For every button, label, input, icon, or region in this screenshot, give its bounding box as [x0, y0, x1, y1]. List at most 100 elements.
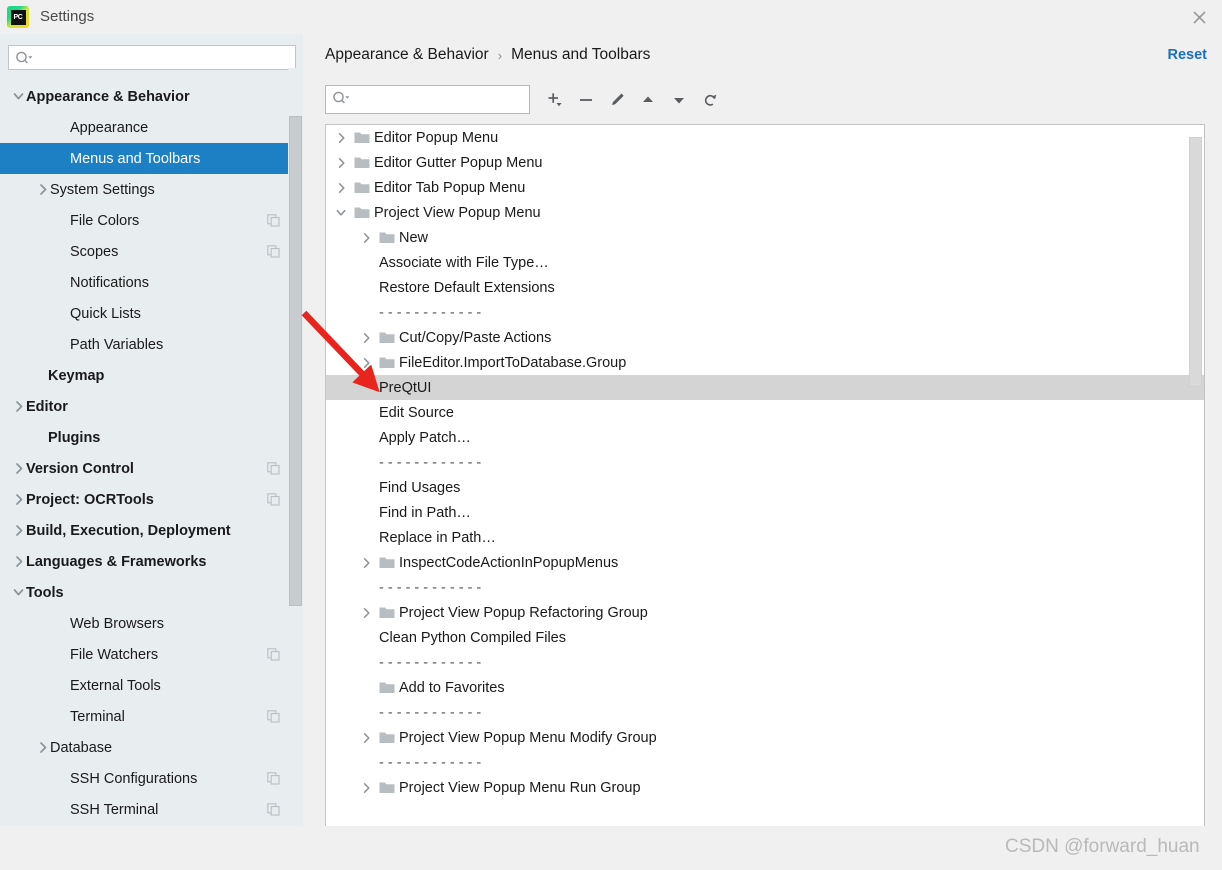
sidebar-tree[interactable]: Appearance & Behavior Appearance Menus and… [0, 81, 292, 826]
sidebar-item-version-control[interactable]: Version Control [0, 453, 292, 484]
tree-row-label: Edit Source [379, 404, 454, 421]
chevron-right-icon[interactable] [10, 492, 26, 508]
sidebar-item-plugins[interactable]: Plugins [0, 422, 292, 453]
tree-row[interactable]: Add to Favorites [326, 675, 1204, 700]
sidebar-item-label: File Colors [70, 212, 140, 229]
chevron-right-icon[interactable] [334, 156, 348, 170]
sidebar-item-keymap[interactable]: Keymap [0, 360, 292, 391]
sidebar-search-input[interactable] [37, 46, 292, 69]
chevron-right-icon[interactable] [359, 331, 373, 345]
copy-settings-icon[interactable] [267, 245, 280, 258]
tree-row[interactable]: FileEditor.ImportToDatabase.Group [326, 350, 1204, 375]
tree-row[interactable]: Project View Popup Menu Modify Group [326, 725, 1204, 750]
tree-row[interactable]: Replace in Path… [326, 525, 1204, 550]
no-arrow-placeholder [54, 151, 70, 167]
sidebar-item-file-watchers[interactable]: File Watchers [0, 639, 292, 670]
sidebar-item-terminal[interactable]: Terminal [0, 701, 292, 732]
sidebar-item-file-colors[interactable]: File Colors [0, 205, 292, 236]
tree-row[interactable]: Editor Gutter Popup Menu [326, 150, 1204, 175]
tree-row[interactable]: Edit Source [326, 400, 1204, 425]
copy-settings-icon[interactable] [267, 493, 280, 506]
tree-row[interactable]: Apply Patch… [326, 425, 1204, 450]
chevron-right-icon[interactable] [359, 606, 373, 620]
chevron-right-icon[interactable] [10, 399, 26, 415]
sidebar-item-build-execution-deployment[interactable]: Build, Execution, Deployment [0, 515, 292, 546]
sidebar-item-database[interactable]: Database [0, 732, 292, 763]
sidebar-item-appearance-behavior[interactable]: Appearance & Behavior [0, 81, 292, 112]
sidebar-scrollbar-thumb[interactable] [289, 116, 302, 606]
tree-row[interactable]: Editor Popup Menu [326, 125, 1204, 150]
copy-settings-icon[interactable] [267, 710, 280, 723]
chevron-right-icon[interactable] [359, 356, 373, 370]
sidebar-item-editor[interactable]: Editor [0, 391, 292, 422]
add-button[interactable] [541, 86, 568, 113]
chevron-right-icon[interactable] [359, 781, 373, 795]
tree-row[interactable]: Cut/Copy/Paste Actions [326, 325, 1204, 350]
sidebar-search[interactable] [8, 45, 296, 70]
menus-toolbar [541, 85, 723, 114]
tree-row[interactable]: Clean Python Compiled Files [326, 625, 1204, 650]
sidebar-item-scopes[interactable]: Scopes [0, 236, 292, 267]
tree-row[interactable]: Associate with File Type… [326, 250, 1204, 275]
chevron-right-icon[interactable] [10, 523, 26, 539]
folder-icon [379, 681, 395, 695]
sidebar-item-system-settings[interactable]: System Settings [0, 174, 292, 205]
copy-settings-icon[interactable] [267, 648, 280, 661]
tree-row[interactable]: Project View Popup Refactoring Group [326, 600, 1204, 625]
sidebar-item-web-browsers[interactable]: Web Browsers [0, 608, 292, 639]
tree-row[interactable]: Find in Path… [326, 500, 1204, 525]
tree-row[interactable]: New [326, 225, 1204, 250]
chevron-right-icon[interactable] [334, 131, 348, 145]
copy-settings-icon[interactable] [267, 214, 280, 227]
sidebar-item-ssh-terminal[interactable]: SSH Terminal [0, 794, 292, 825]
sidebar-item-quick-lists[interactable]: Quick Lists [0, 298, 292, 329]
chevron-down-icon[interactable] [334, 206, 348, 220]
sidebar-item-label: Plugins [48, 429, 101, 446]
close-button[interactable] [1176, 0, 1222, 34]
menus-search[interactable] [325, 85, 530, 114]
chevron-down-icon[interactable] [10, 89, 26, 105]
tree-row[interactable]: Restore Default Extensions [326, 275, 1204, 300]
no-arrow-placeholder [54, 678, 70, 694]
breadcrumb-root[interactable]: Appearance & Behavior [325, 46, 489, 64]
sidebar-item-label: File Watchers [70, 646, 159, 663]
sidebar-item-ssh-configurations[interactable]: SSH Configurations [0, 763, 292, 794]
tree-row[interactable]: PreQtUI [326, 375, 1204, 400]
tree-row[interactable]: InspectCodeActionInPopupMenus [326, 550, 1204, 575]
tree-row[interactable]: Find Usages [326, 475, 1204, 500]
chevron-right-icon[interactable] [359, 731, 373, 745]
chevron-right-icon[interactable] [359, 231, 373, 245]
sidebar-item-label: External Tools [70, 677, 161, 694]
tree-row[interactable]: Project View Popup Menu [326, 200, 1204, 225]
sidebar-item-project-ocrtools[interactable]: Project: OCRTools [0, 484, 292, 515]
chevron-right-icon[interactable] [10, 554, 26, 570]
move-up-button[interactable] [634, 86, 661, 113]
menus-scrollbar-thumb[interactable] [1189, 137, 1202, 387]
sidebar-item-appearance[interactable]: Appearance [0, 112, 292, 143]
reset-link[interactable]: Reset [1168, 47, 1208, 63]
tree-row[interactable]: Editor Tab Popup Menu [326, 175, 1204, 200]
copy-settings-icon[interactable] [267, 803, 280, 816]
menus-search-input[interactable] [354, 86, 526, 113]
sidebar-item-tools[interactable]: Tools [0, 577, 292, 608]
chevron-right-icon[interactable] [359, 556, 373, 570]
copy-settings-icon[interactable] [267, 462, 280, 475]
move-down-button[interactable] [665, 86, 692, 113]
chevron-right-icon[interactable] [34, 182, 50, 198]
chevron-right-icon[interactable] [10, 461, 26, 477]
menus-tree-panel: Editor Popup Menu Editor Gutter Popup Men… [325, 124, 1205, 834]
chevron-right-icon[interactable] [334, 181, 348, 195]
remove-button[interactable] [572, 86, 599, 113]
chevron-right-icon[interactable] [34, 740, 50, 756]
chevron-down-icon[interactable] [10, 585, 26, 601]
copy-settings-icon[interactable] [267, 772, 280, 785]
edit-button[interactable] [603, 86, 630, 113]
sidebar-item-external-tools[interactable]: External Tools [0, 670, 292, 701]
sidebar-item-notifications[interactable]: Notifications [0, 267, 292, 298]
revert-button[interactable] [696, 86, 723, 113]
sidebar-item-languages-frameworks[interactable]: Languages & Frameworks [0, 546, 292, 577]
sidebar-item-menus-and-toolbars[interactable]: Menus and Toolbars [0, 143, 292, 174]
tree-row[interactable]: Project View Popup Menu Run Group [326, 775, 1204, 800]
menus-tree[interactable]: Editor Popup Menu Editor Gutter Popup Men… [326, 125, 1204, 800]
sidebar-item-path-variables[interactable]: Path Variables [0, 329, 292, 360]
